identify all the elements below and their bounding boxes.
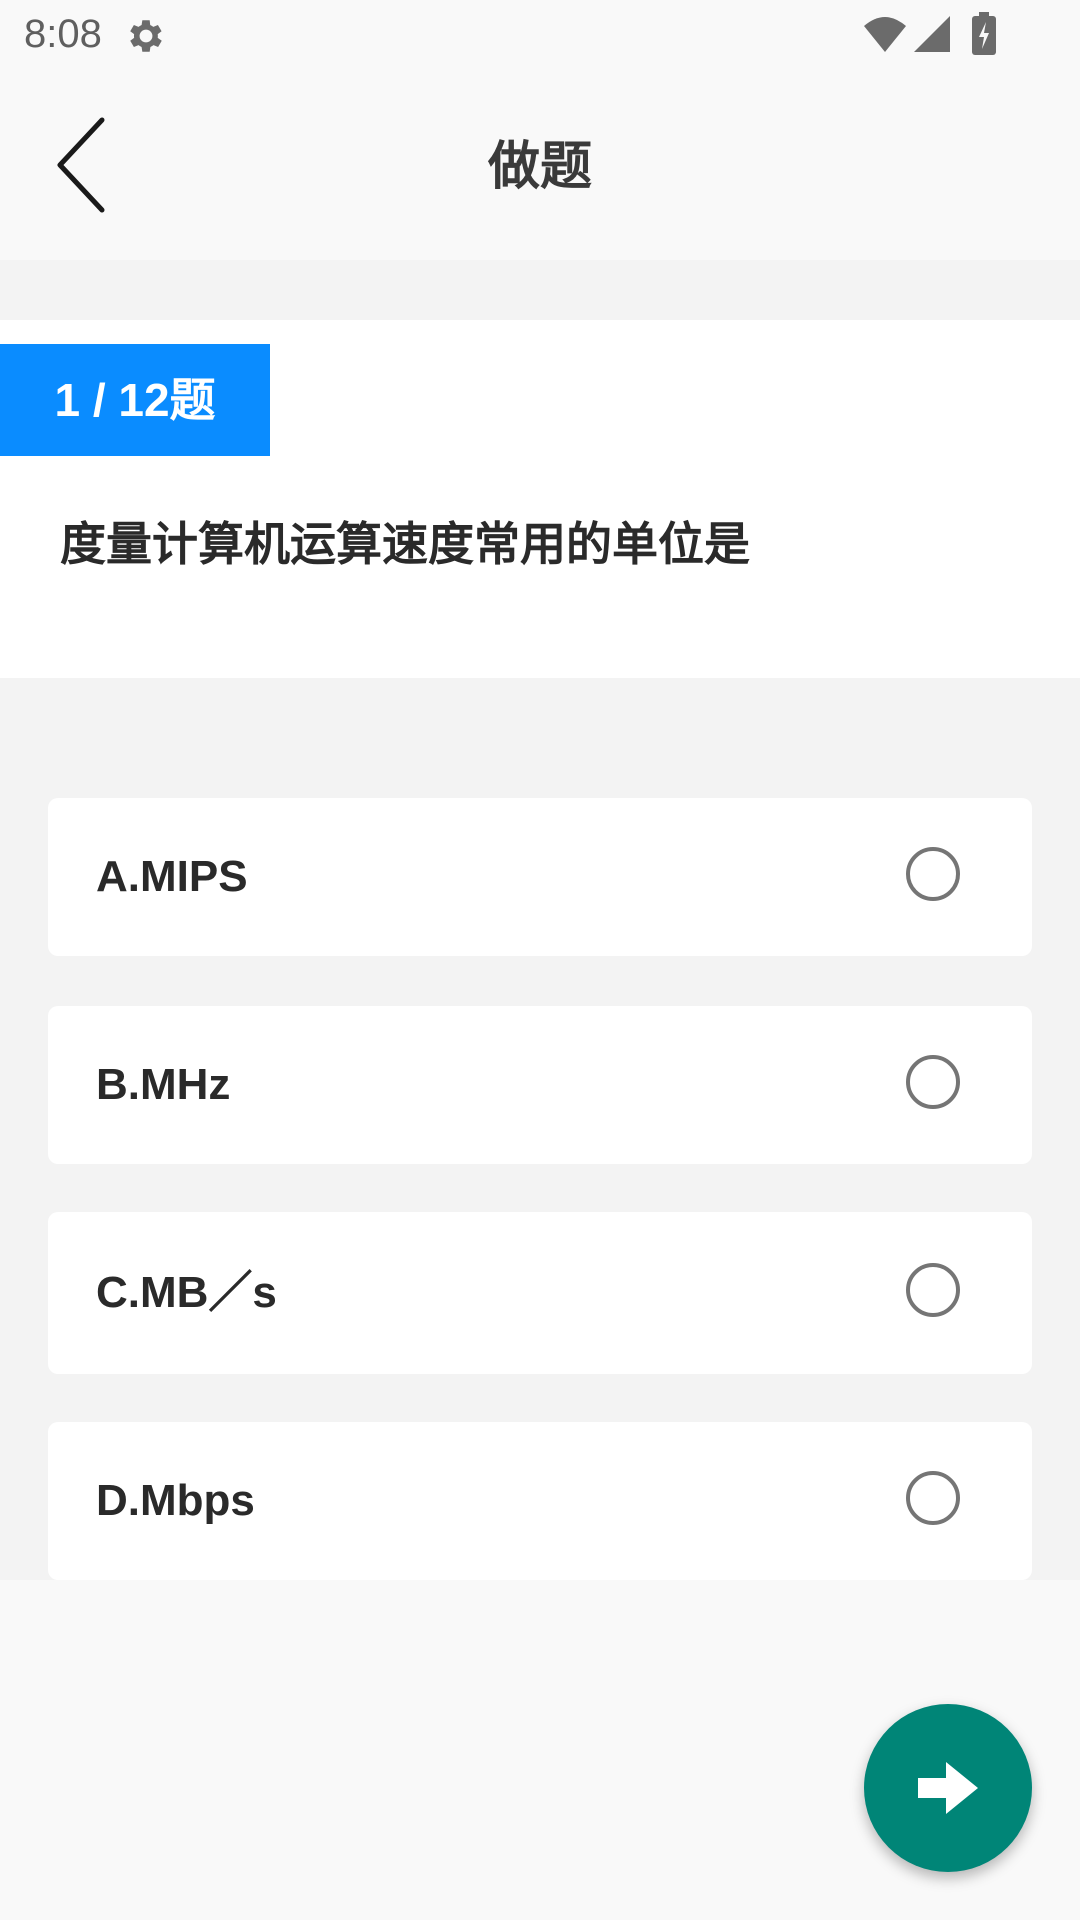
option-c[interactable]: C.MB／s	[48, 1212, 1032, 1374]
option-label: B.MHz	[96, 1060, 231, 1109]
page-title: 做题	[487, 137, 592, 197]
option-b[interactable]: B.MHz	[48, 1006, 1032, 1164]
radio-button[interactable]	[906, 1471, 960, 1525]
status-time: 8:08	[24, 12, 102, 56]
status-bar: 8:08	[0, 0, 1080, 74]
option-label: C.MB／s	[96, 1268, 277, 1317]
option-a[interactable]: A.MIPS	[48, 798, 1032, 956]
question-card: 1 / 12题 度量计算机运算速度常用的单位是	[0, 320, 1080, 678]
gear-icon	[130, 20, 162, 52]
signal-icon	[914, 16, 950, 52]
option-d[interactable]: D.Mbps	[48, 1422, 1032, 1580]
option-label: D.Mbps	[96, 1476, 255, 1525]
question-text: 度量计算机运算速度常用的单位是	[60, 517, 750, 571]
options-list: A.MIPS B.MHz C.MB／s D.Mbps	[0, 678, 1080, 1580]
separator-band	[0, 260, 1080, 320]
next-question-button[interactable]	[864, 1704, 1032, 1872]
screen: 8:08 做题 1 / 12题 度量计算机运算速度常用的单位是 A.MIPS B…	[0, 0, 1080, 1920]
arrow-right-icon	[918, 1762, 978, 1814]
option-label: A.MIPS	[96, 852, 248, 901]
app-bar: 做题	[0, 74, 1080, 260]
radio-button[interactable]	[906, 1263, 960, 1317]
radio-button[interactable]	[906, 1055, 960, 1109]
progress-badge: 1 / 12题	[0, 344, 270, 456]
battery-charging-icon	[972, 12, 996, 55]
wifi-icon	[864, 17, 906, 52]
radio-button[interactable]	[906, 847, 960, 901]
